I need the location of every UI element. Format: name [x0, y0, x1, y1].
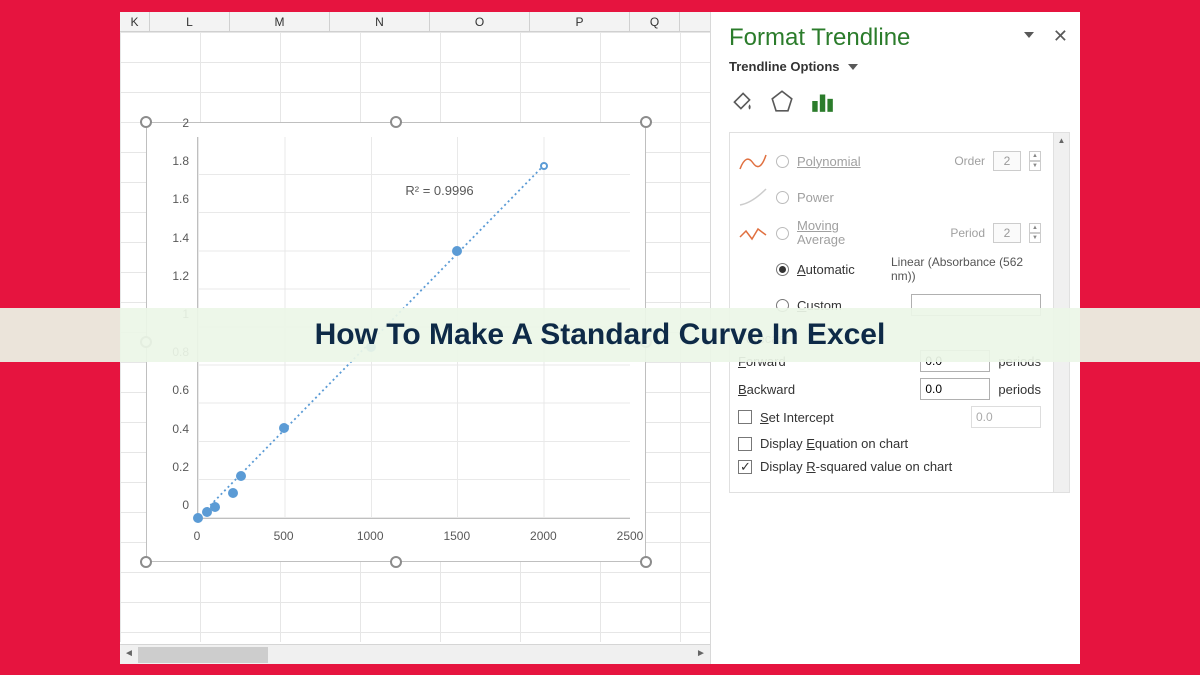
display-r2-checkbox[interactable]: [738, 460, 752, 474]
x-tick-label: 1500: [443, 529, 470, 543]
set-intercept-label: Set Intercept: [760, 410, 834, 425]
power-radio[interactable]: [776, 191, 789, 204]
backward-label: Backward: [738, 382, 828, 397]
resize-handle-tm[interactable]: [390, 116, 402, 128]
scroll-right-button[interactable]: ►: [692, 646, 710, 664]
pane-tab-strip: [729, 88, 1070, 114]
resize-handle-bl[interactable]: [140, 556, 152, 568]
data-point[interactable]: [228, 488, 238, 498]
display-equation-row[interactable]: Display Equation on chart: [738, 436, 1061, 451]
order-spinner[interactable]: ▲▼: [1029, 151, 1041, 171]
automatic-label: AAutomaticutomatic: [797, 262, 855, 277]
x-tick-label: 2000: [530, 529, 557, 543]
data-point[interactable]: [452, 246, 462, 256]
column-header[interactable]: M: [230, 12, 330, 31]
x-axis: 0 500 1000 1500 2000 2500: [197, 529, 630, 547]
moving-average-label: MovingAverage: [797, 219, 845, 248]
data-point[interactable]: [279, 423, 289, 433]
pane-subtitle: Trendline Options: [729, 59, 840, 74]
column-headers-row: K L M N O P Q: [120, 12, 710, 32]
moving-average-radio[interactable]: [776, 227, 789, 240]
y-tick-label: 2: [182, 116, 189, 130]
x-tick-label: 0: [194, 529, 201, 543]
display-r2-label: Display R-squared value on chart: [760, 459, 952, 474]
y-tick-label: 1.2: [172, 269, 189, 283]
display-equation-label: Display Equation on chart: [760, 436, 908, 451]
power-icon: [738, 185, 768, 209]
automatic-radio[interactable]: [776, 263, 789, 276]
column-header[interactable]: K: [120, 12, 150, 31]
trendline-options-tab-icon[interactable]: [809, 88, 835, 114]
scroll-track[interactable]: [138, 647, 692, 663]
power-option-row[interactable]: Power: [738, 179, 1061, 215]
moving-average-icon: [738, 221, 768, 245]
scroll-thumb[interactable]: [138, 647, 268, 663]
data-point[interactable]: [236, 471, 246, 481]
y-tick-label: 0: [182, 498, 189, 512]
resize-handle-tr[interactable]: [640, 116, 652, 128]
column-header[interactable]: O: [430, 12, 530, 31]
intercept-input[interactable]: [971, 406, 1041, 428]
display-r2-row[interactable]: Display R-squared value on chart: [738, 459, 1061, 474]
pane-title: Format Trendline: [729, 24, 1070, 52]
x-tick-label: 1000: [357, 529, 384, 543]
y-tick-label: 0.2: [172, 460, 189, 474]
display-equation-checkbox[interactable]: [738, 437, 752, 451]
resize-handle-bm[interactable]: [390, 556, 402, 568]
fill-tab-icon[interactable]: [729, 88, 755, 114]
order-input[interactable]: [993, 151, 1021, 171]
automatic-description: Linear (Absorbance (562 nm)): [891, 255, 1041, 284]
data-point[interactable]: [540, 162, 548, 170]
y-tick-label: 1.4: [172, 231, 189, 245]
y-tick-label: 1.8: [172, 154, 189, 168]
column-header[interactable]: N: [330, 12, 430, 31]
horizontal-scrollbar[interactable]: ◄ ►: [120, 644, 710, 664]
backward-row: Backward periods: [738, 378, 1061, 400]
polynomial-option-row[interactable]: Polynomial Order ▲▼: [738, 143, 1061, 179]
periods-label: periods: [998, 382, 1041, 397]
article-title: How To Make A Standard Curve In Excel: [315, 318, 886, 352]
close-pane-button[interactable]: ✕: [1053, 26, 1068, 47]
column-header[interactable]: Q: [630, 12, 680, 31]
column-header[interactable]: L: [150, 12, 230, 31]
period-input[interactable]: [993, 223, 1021, 243]
article-title-banner: How To Make A Standard Curve In Excel: [0, 308, 1200, 362]
moving-average-option-row[interactable]: MovingAverage Period ▲▼: [738, 215, 1061, 251]
resize-handle-br[interactable]: [640, 556, 652, 568]
r-squared-label[interactable]: R² = 0.9996: [405, 183, 473, 198]
polynomial-icon: [738, 149, 768, 173]
pane-options-dropdown[interactable]: [1020, 26, 1034, 44]
scroll-left-button[interactable]: ◄: [120, 646, 138, 664]
resize-handle-tl[interactable]: [140, 116, 152, 128]
x-tick-label: 2500: [617, 529, 644, 543]
y-tick-label: 0.6: [172, 383, 189, 397]
column-header[interactable]: P: [530, 12, 630, 31]
chevron-down-icon: [848, 64, 858, 70]
automatic-option-row[interactable]: AAutomaticutomatic Linear (Absorbance (5…: [738, 251, 1061, 287]
effects-tab-icon[interactable]: [769, 88, 795, 114]
pane-subtitle-row[interactable]: Trendline Options: [729, 58, 1070, 76]
polynomial-label: Polynomial: [797, 154, 861, 169]
y-tick-label: 1.6: [172, 192, 189, 206]
polynomial-radio[interactable]: [776, 155, 789, 168]
backward-input[interactable]: [920, 378, 990, 400]
set-intercept-row[interactable]: Set Intercept: [738, 406, 1061, 428]
x-tick-label: 500: [274, 529, 294, 543]
power-label: Power: [797, 190, 834, 205]
period-label: Period: [950, 226, 985, 240]
y-tick-label: 0.4: [172, 422, 189, 436]
period-spinner[interactable]: ▲▼: [1029, 223, 1041, 243]
order-label: Order: [954, 154, 985, 168]
data-point[interactable]: [210, 502, 220, 512]
set-intercept-checkbox[interactable]: [738, 410, 752, 424]
scroll-up-button[interactable]: ▲: [1054, 133, 1069, 149]
